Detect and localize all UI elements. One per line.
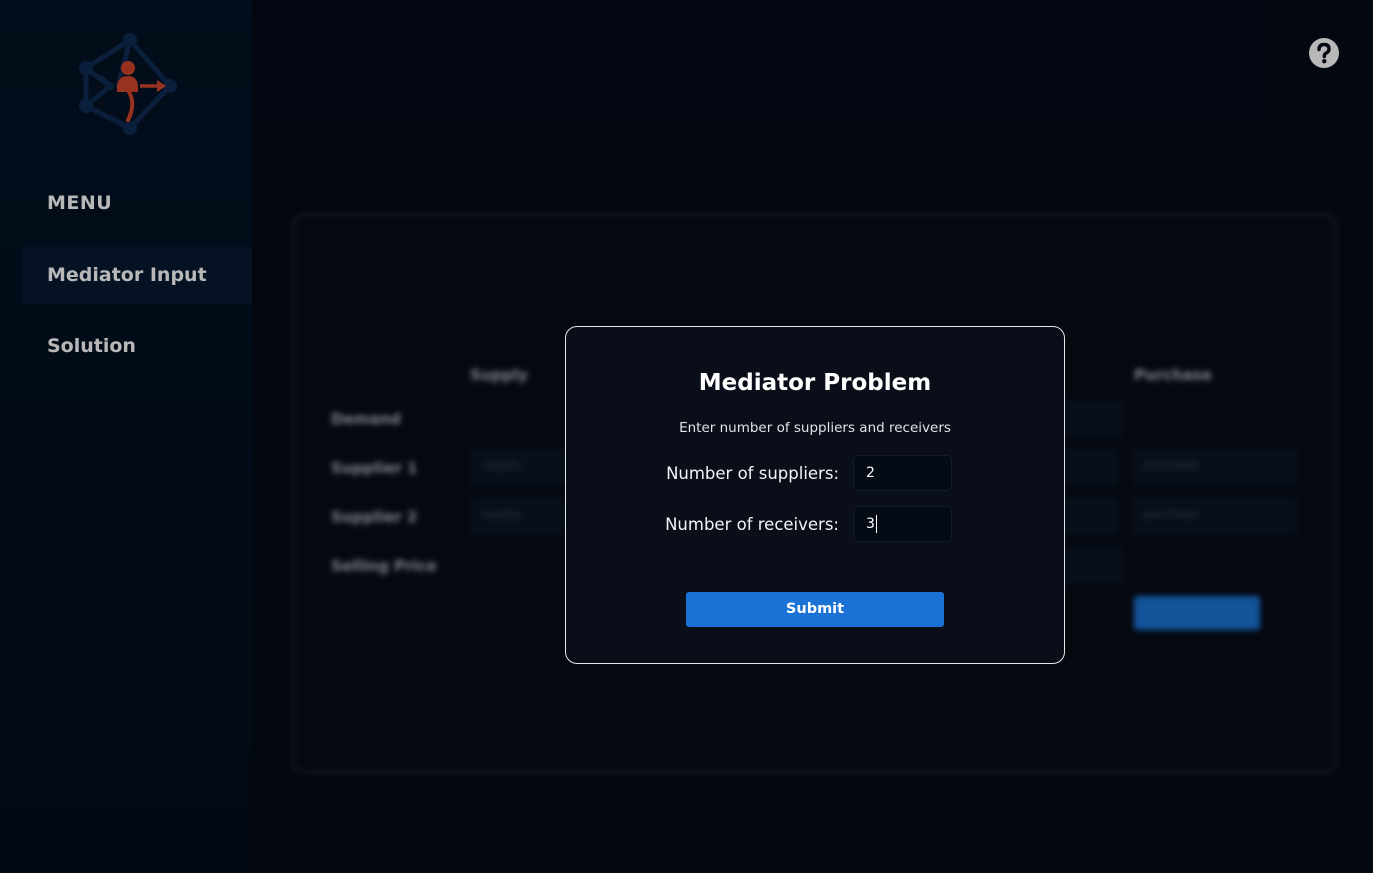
dialog-title: Mediator Problem xyxy=(698,370,932,396)
suppliers-input[interactable]: 2 xyxy=(853,455,952,491)
suppliers-label: Number of suppliers: xyxy=(666,464,839,483)
text-caret xyxy=(875,515,877,533)
receivers-value: 3 xyxy=(866,516,875,532)
suppliers-value: 2 xyxy=(866,465,875,481)
dialog-subtitle: Enter number of suppliers and receivers xyxy=(679,420,951,436)
mediator-problem-dialog: Mediator Problem Enter number of supplie… xyxy=(565,326,1065,664)
submit-button[interactable]: Submit xyxy=(686,592,944,627)
receivers-input[interactable]: 3 xyxy=(853,506,952,542)
receivers-label: Number of receivers: xyxy=(665,515,839,534)
